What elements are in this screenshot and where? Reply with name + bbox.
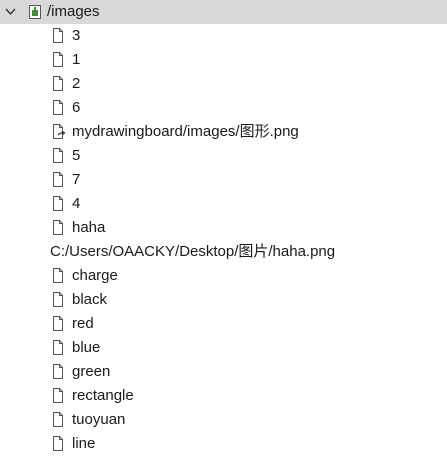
tree-item[interactable]: 2 [0,72,447,96]
tree-item-label: green [72,363,111,380]
tree-item[interactable]: 1 [0,48,447,72]
tree-item-label: 7 [72,171,81,188]
tree-root-images[interactable]: /images [0,0,447,24]
file-icon [53,76,63,91]
tree-item-label: 2 [72,75,81,92]
tree-item[interactable]: haha [0,216,447,240]
file-icon [53,172,63,187]
tree-item-label: blue [72,339,101,356]
tree-item-label: red [72,315,94,332]
tree-item-label: black [72,291,108,308]
tree-item-label: 4 [72,195,81,212]
tree-item[interactable]: C:/Users/OAACKY/Desktop/图片/haha.png [0,240,447,264]
tree-item-label: charge [72,267,118,284]
tree-item-label: 3 [72,27,81,44]
tree-item[interactable]: 4 [0,192,447,216]
tree-item[interactable]: red [0,312,447,336]
tree-item[interactable]: 6 [0,96,447,120]
file-icon [53,292,63,307]
tree-item[interactable]: green [0,360,447,384]
tree-item-label: haha [72,219,106,236]
folder-package-icon [29,5,41,19]
tree-item[interactable]: charge [0,264,447,288]
file-icon [53,52,63,67]
file-icon [53,436,63,451]
tree-item-label: 1 [72,51,81,68]
chevron-down-icon[interactable] [4,5,17,18]
file-icon [53,28,63,43]
tree-item-label: 6 [72,99,81,116]
file-icon [53,316,63,331]
tree-item-label: 5 [72,147,81,164]
file-icon [53,100,63,115]
file-icon [53,388,63,403]
file-link-icon [53,124,66,139]
file-icon [53,340,63,355]
file-icon [53,220,63,235]
file-icon [53,268,63,283]
tree-root-label: /images [47,3,100,20]
tree-item[interactable]: 7 [0,168,447,192]
tree-item[interactable]: black [0,288,447,312]
file-icon [53,412,63,427]
file-icon [53,148,63,163]
tree-item[interactable]: 3 [0,24,447,48]
file-icon [53,364,63,379]
tree-item[interactable]: line [0,432,447,456]
file-icon [53,196,63,211]
tree-item[interactable]: tuoyuan [0,408,447,432]
tree-item[interactable]: rectangle [0,384,447,408]
tree-item-label: line [72,435,96,452]
tree-item-label: C:/Users/OAACKY/Desktop/图片/haha.png [50,243,336,260]
tree-item[interactable]: mydrawingboard/images/图形.png [0,120,447,144]
tree-item[interactable]: blue [0,336,447,360]
tree-item-label: rectangle [72,387,134,404]
tree-item[interactable]: 5 [0,144,447,168]
tree-item-label: tuoyuan [72,411,126,428]
tree-item-label: mydrawingboard/images/图形.png [72,123,299,140]
